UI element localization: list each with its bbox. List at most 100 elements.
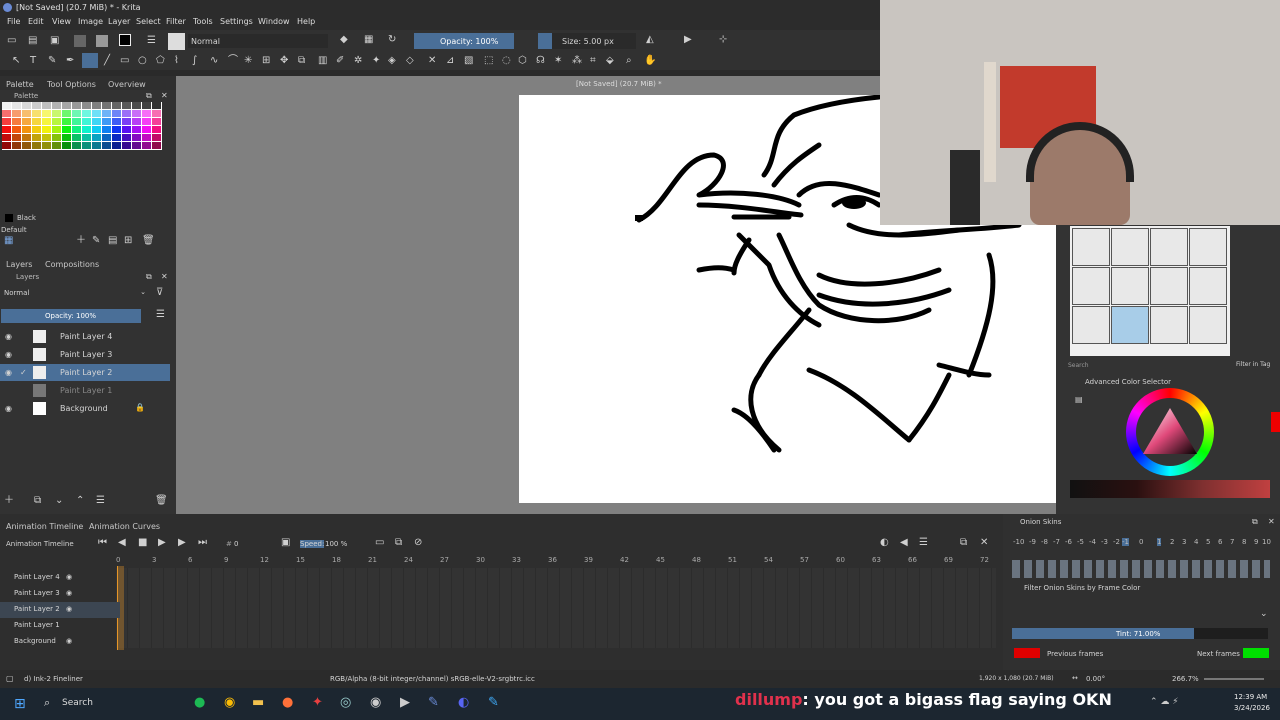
drop-frames-icon[interactable]: ▭: [375, 538, 384, 548]
onion-float-icon[interactable]: ⧉: [1252, 517, 1258, 527]
palette-table-icon[interactable]: ⊞: [124, 236, 132, 246]
frame-grid[interactable]: [116, 568, 996, 648]
zoom-slider[interactable]: [1204, 678, 1264, 680]
select-tool-icon[interactable]: ↖: [12, 56, 20, 66]
onion-num[interactable]: 4: [1194, 538, 1198, 546]
chevron-down-icon[interactable]: ⌄: [1260, 609, 1268, 619]
palette-float-icon[interactable]: ⧉: [146, 91, 152, 101]
color-picker-icon[interactable]: ✐: [336, 56, 344, 66]
smart-patch-icon[interactable]: ✦: [372, 56, 380, 66]
onion-num[interactable]: 7: [1230, 538, 1234, 546]
move-up-icon[interactable]: ⌃: [76, 496, 84, 506]
palette-swatch[interactable]: [82, 118, 91, 125]
palette-swatch[interactable]: [102, 142, 111, 149]
eraser-icon[interactable]: ◆: [340, 35, 348, 45]
brush-preset-9[interactable]: [1072, 306, 1110, 344]
palette-swatch[interactable]: [2, 126, 11, 133]
layer-properties-icon[interactable]: ☰: [96, 496, 105, 506]
palette-swatch[interactable]: [22, 142, 31, 149]
alpha-lock-icon[interactable]: ▦: [364, 35, 373, 45]
palette-swatch[interactable]: [92, 134, 101, 141]
mirror-vertical-icon[interactable]: ▶: [684, 35, 692, 45]
onion-filter-label[interactable]: Filter Onion Skins by Frame Color: [1024, 584, 1140, 592]
palette-swatch[interactable]: [32, 110, 41, 117]
palette-swatch[interactable]: [152, 110, 161, 117]
palette-swatch[interactable]: [122, 134, 131, 141]
palette-swatch[interactable]: [132, 118, 141, 125]
open-icon[interactable]: ▤: [28, 36, 37, 46]
frame-rate-icon[interactable]: ▣: [281, 538, 290, 548]
onion-num[interactable]: 6: [1218, 538, 1222, 546]
palette-swatch[interactable]: [32, 126, 41, 133]
palette-swatch[interactable]: [42, 110, 51, 117]
palette-swatch[interactable]: [102, 102, 111, 109]
tab-overview[interactable]: Overview: [108, 80, 146, 89]
tab-tool-options[interactable]: Tool Options: [47, 80, 96, 89]
palette-swatch[interactable]: [32, 134, 41, 141]
onion-num[interactable]: 3: [1182, 538, 1186, 546]
palette-swatch[interactable]: [22, 134, 31, 141]
timeline-row-background[interactable]: Background ◉: [0, 634, 120, 650]
palette-swatch[interactable]: [132, 110, 141, 117]
media-icon[interactable]: ▶: [400, 695, 410, 710]
palette-swatch[interactable]: [92, 110, 101, 117]
palette-swatch[interactable]: [112, 110, 121, 117]
palette-swatch[interactable]: [62, 110, 71, 117]
multibrush-icon[interactable]: ✳: [244, 56, 252, 66]
eye-icon[interactable]: ◉: [5, 332, 12, 342]
palette-swatch[interactable]: [2, 110, 11, 117]
palette-swatch[interactable]: [82, 134, 91, 141]
palette-swatch[interactable]: [32, 142, 41, 149]
palette-swatch[interactable]: [102, 110, 111, 117]
brush-preset-4[interactable]: [1189, 228, 1227, 266]
brush-filter-label[interactable]: Filter in Tag: [1236, 361, 1270, 368]
layers-close-icon[interactable]: ✕: [161, 272, 168, 282]
freehand-select-icon[interactable]: ☊: [536, 56, 545, 66]
palette-swatch[interactable]: [142, 126, 151, 133]
text-tool-icon[interactable]: T: [30, 56, 36, 66]
layer-row-paint-layer-4[interactable]: ◉ Paint Layer 4: [0, 328, 170, 345]
timeline-close-icon[interactable]: ✕: [980, 538, 988, 548]
layers-float-icon[interactable]: ⧉: [146, 272, 152, 282]
crop-tool-icon[interactable]: ⧉: [298, 56, 305, 66]
layer-opacity-slider[interactable]: Opacity: 100%: [1, 309, 141, 323]
palette-swatch[interactable]: [12, 110, 21, 117]
tab-animation-timeline[interactable]: Animation Timeline: [6, 522, 83, 531]
onion-num[interactable]: 5: [1206, 538, 1210, 546]
onion-num[interactable]: -9: [1029, 538, 1036, 546]
palette-swatch[interactable]: [72, 134, 81, 141]
eye-icon[interactable]: ◉: [5, 368, 12, 378]
brush-preset-2[interactable]: [1111, 228, 1149, 266]
brush-preset-button[interactable]: [168, 33, 185, 50]
palette-grid-icon[interactable]: ▦: [4, 236, 13, 246]
menu-file[interactable]: File: [7, 17, 20, 26]
folder-icon[interactable]: ▬: [252, 695, 264, 710]
brush-preset-12[interactable]: [1189, 306, 1227, 344]
brush-preset-10-selected[interactable]: [1111, 306, 1149, 344]
palette-swatch[interactable]: [102, 118, 111, 125]
palette-swatch[interactable]: [112, 126, 121, 133]
search-icon[interactable]: ⌕: [44, 696, 50, 710]
brush-preset-3[interactable]: [1150, 228, 1188, 266]
menu-select[interactable]: Select: [136, 17, 161, 26]
polyline-tool-icon[interactable]: ⌇: [174, 56, 179, 66]
calligraphy-icon[interactable]: ✒: [66, 56, 74, 66]
palette-swatch[interactable]: [32, 102, 41, 109]
palette-swatch[interactable]: [72, 110, 81, 117]
tab-layers[interactable]: Layers: [6, 260, 32, 269]
palette-swatch[interactable]: [122, 142, 131, 149]
polygon-tool-icon[interactable]: ⬠: [156, 56, 165, 66]
palette-swatch[interactable]: [52, 126, 61, 133]
filter-icon[interactable]: ⊽: [156, 288, 163, 298]
eye-icon[interactable]: ◉: [66, 572, 72, 582]
tab-palette[interactable]: Palette: [6, 80, 34, 89]
palette-swatch[interactable]: [22, 118, 31, 125]
move-down-icon[interactable]: ⌄: [55, 496, 63, 506]
magnetic-select-icon[interactable]: ⬙: [606, 56, 614, 66]
assistant-tool-icon[interactable]: ✕: [428, 56, 436, 66]
palette-swatch[interactable]: [32, 118, 41, 125]
chrome-icon[interactable]: ◉: [224, 695, 235, 710]
onion-num[interactable]: -7: [1053, 538, 1060, 546]
palette-swatch[interactable]: [82, 142, 91, 149]
prev-frame-icon[interactable]: ◀: [118, 538, 126, 548]
